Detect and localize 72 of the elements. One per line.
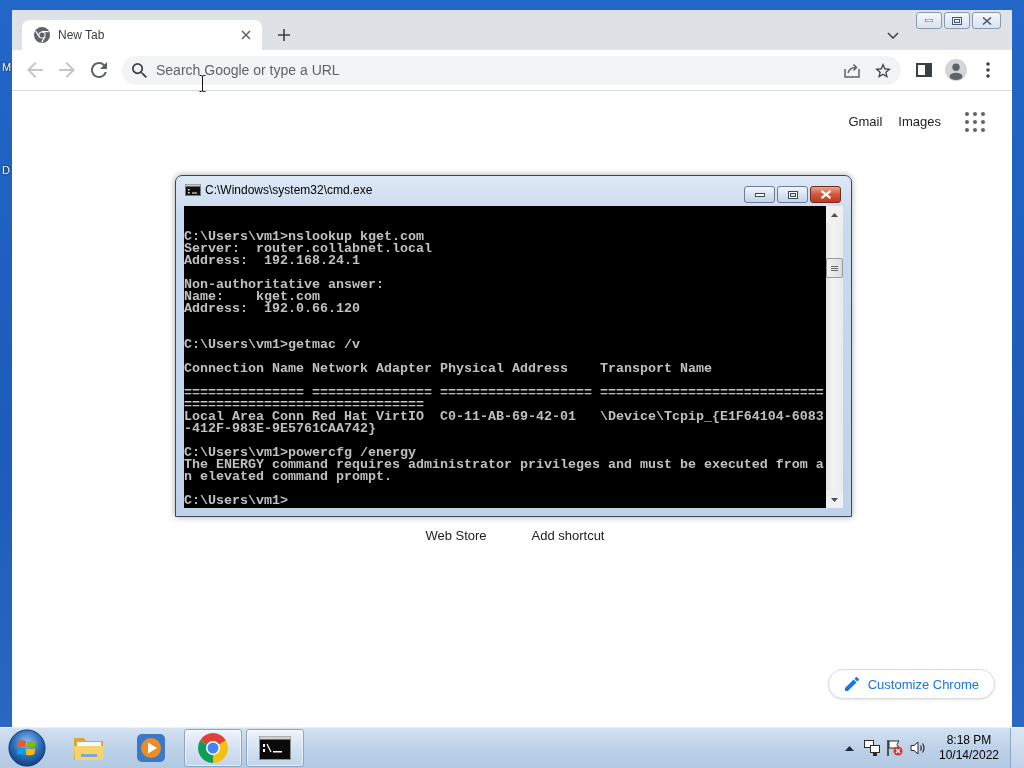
- console-line: C:\Users\vm1>: [184, 495, 288, 507]
- terminal-icon: [185, 184, 201, 196]
- close-button[interactable]: [810, 186, 841, 203]
- console-line: =============== =============== =================== ============================: [184, 387, 824, 399]
- menu-icon[interactable]: [986, 62, 990, 78]
- console-line: Local Area Conn Red Hat VirtIO C0-11-AB-69-42-01 \Device\Tcpip_{E1F64104-6083: [184, 411, 824, 423]
- customize-button[interactable]: Customize Chrome: [827, 669, 995, 699]
- close-icon[interactable]: [241, 30, 251, 40]
- address-bar[interactable]: Search Google or type a URL: [122, 55, 901, 85]
- text-cursor-icon: [199, 75, 206, 92]
- search-icon: [132, 62, 147, 78]
- console-line: C:\Users\vm1>nslookup kget.com: [184, 231, 424, 243]
- window-title: C:\Windows\system32\cmd.exe: [205, 183, 373, 197]
- up-arrow-icon: [831, 212, 838, 217]
- pencil-icon: [844, 677, 859, 691]
- console-line: n elevated command prompt.: [184, 471, 392, 483]
- scroll-up-button[interactable]: [826, 206, 843, 223]
- clock-date[interactable]: 10/14/2022: [938, 748, 1000, 763]
- scrollbar[interactable]: [826, 206, 843, 508]
- close-icon: [981, 16, 992, 25]
- console-line: ==============================: [184, 399, 424, 411]
- minimize-button[interactable]: [744, 186, 775, 203]
- flag-icon[interactable]: [887, 740, 903, 756]
- restore-icon: [952, 16, 962, 25]
- close-icon: [819, 190, 832, 199]
- terminal-icon: [259, 736, 291, 760]
- taskbar-button[interactable]: [246, 729, 304, 767]
- minimize-icon: [754, 192, 765, 197]
- star-icon[interactable]: [875, 62, 891, 78]
- shortcut-link[interactable]: Web Store: [425, 528, 487, 544]
- scrollbar-thumb[interactable]: [826, 258, 843, 278]
- maximize-button[interactable]: [777, 186, 808, 203]
- share-icon[interactable]: [844, 61, 860, 78]
- profile-avatar-icon[interactable]: [945, 59, 967, 81]
- shortcut-link[interactable]: Add shortcut: [531, 528, 605, 544]
- chevron-down-icon[interactable]: [887, 31, 899, 39]
- tray-arrow-icon[interactable]: [845, 745, 854, 751]
- speaker-icon[interactable]: [910, 740, 926, 756]
- console-line: The ENERGY command requires administrator privileges and must be executed from a: [184, 459, 824, 471]
- plus-icon[interactable]: [278, 29, 290, 41]
- orb-icon: [8, 729, 46, 767]
- grip-icon: [831, 265, 838, 271]
- maximize-icon: [787, 190, 798, 199]
- network-icon[interactable]: [864, 740, 880, 756]
- clock-time[interactable]: 8:18 PM: [946, 733, 992, 748]
- console-line: Address: 192.0.66.120: [184, 303, 360, 315]
- apps-grid-icon[interactable]: [965, 112, 985, 132]
- minimize-icon: [925, 19, 933, 22]
- browser-tab[interactable]: New Tab: [22, 20, 262, 50]
- reload-icon[interactable]: [91, 62, 107, 78]
- console-line: Name: kget.com: [184, 291, 320, 303]
- side-panel-icon[interactable]: [916, 63, 932, 77]
- console-line: Connection Name Network Adapter Physical Address Transport Name: [184, 363, 712, 375]
- restore-button[interactable]: [944, 12, 970, 29]
- header-link[interactable]: Gmail: [848, 114, 883, 130]
- desktop-icon-label[interactable]: D: [0, 163, 10, 177]
- console-line: Address: 192.168.24.1: [184, 255, 360, 267]
- header-link[interactable]: Images: [898, 114, 941, 130]
- console-line: C:\Users\vm1>getmac /v: [184, 339, 360, 351]
- desktop-icon-label[interactable]: M: [0, 60, 12, 74]
- console-line: Non-authoritative answer:: [184, 279, 384, 291]
- browser-logo-icon: [34, 27, 50, 43]
- folder-icon: [73, 735, 105, 761]
- console-line: -412F-983E-9E5761CAA742}: [184, 423, 376, 435]
- start-button[interactable]: [8, 729, 46, 767]
- console-line: C:\Users\vm1>powercfg /energy: [184, 447, 416, 459]
- close-button[interactable]: [972, 12, 1001, 29]
- browser-logo-icon: [198, 733, 228, 763]
- down-arrow-icon: [831, 497, 838, 502]
- console-line: Server: router.collabnet.local: [184, 243, 432, 255]
- scroll-down-button[interactable]: [826, 491, 843, 508]
- media-player-icon: [137, 734, 165, 762]
